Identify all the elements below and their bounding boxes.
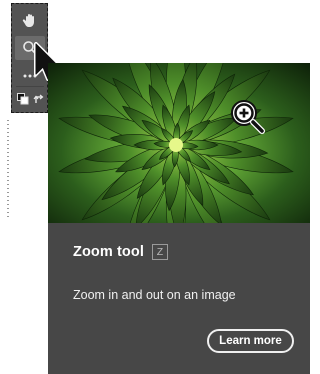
swap-colors-button[interactable] xyxy=(31,90,46,108)
toolbar-divider xyxy=(16,86,44,87)
hand-icon xyxy=(22,14,34,27)
learn-more-button[interactable]: Learn more xyxy=(207,329,294,353)
default-colors-button[interactable] xyxy=(15,90,30,108)
tooltip-title: Zoom tool xyxy=(73,244,144,260)
shortcut-key-badge: Z xyxy=(151,244,168,260)
tooltip-title-row: Zoom tool Z xyxy=(73,244,168,260)
dotted-leader-line xyxy=(7,120,9,220)
swap-colors-icon xyxy=(33,94,43,103)
tooltip-description: Zoom in and out on an image xyxy=(73,288,236,302)
page: Zoom tool Z Zoom in and out on an image … xyxy=(0,0,311,374)
default-colors-icon xyxy=(16,93,28,105)
succulent-preview-image xyxy=(48,63,310,223)
zoom-tool-tooltip-card: Zoom tool Z Zoom in and out on an image … xyxy=(48,63,310,374)
hand-tool-button[interactable] xyxy=(15,8,45,32)
